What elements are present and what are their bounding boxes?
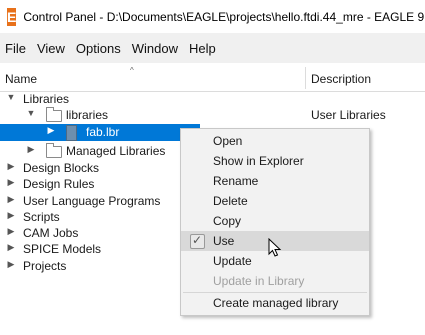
folder-icon [46, 107, 62, 122]
menu-item-label: Update [213, 254, 252, 268]
expand-arrow-icon[interactable]: ▶ [6, 210, 16, 221]
menu-window[interactable]: Window [127, 41, 184, 56]
tree-item-libraries-folder[interactable]: ▼ libraries User Libraries [0, 107, 425, 124]
menu-item-label: Copy [213, 214, 242, 228]
expand-arrow-icon[interactable]: ▼ [6, 92, 16, 102]
tree-item-label: Scripts [23, 210, 60, 224]
expand-arrow-icon[interactable]: ▶ [6, 177, 16, 188]
menu-view[interactable]: View [32, 41, 71, 56]
menu-item-label: Delete [213, 194, 248, 208]
expand-arrow-icon[interactable]: ▶ [6, 242, 16, 253]
tree-item-label: Design Rules [23, 177, 95, 191]
tree-item-libraries[interactable]: ▼ Libraries [0, 91, 425, 108]
library-file-icon [66, 125, 77, 141]
expand-arrow-icon[interactable]: ▶ [46, 125, 56, 136]
expand-arrow-icon[interactable]: ▶ [6, 194, 16, 205]
context-menu-delete[interactable]: Delete [181, 191, 369, 211]
context-menu-show-in-explorer[interactable]: Show in Explorer [181, 151, 369, 171]
window-title: Control Panel - D:\Documents\EAGLE\proje… [23, 9, 425, 24]
menu-item-label: Rename [213, 174, 259, 188]
tree-item-label: CAM Jobs [23, 226, 79, 240]
check-mark-icon: ✓ [192, 233, 203, 247]
tree-item-fab-lbr[interactable]: ▶ fab.lbr [0, 124, 200, 141]
folder-icon [46, 143, 62, 158]
sort-caret-icon: ^ [130, 66, 134, 75]
menu-bar: File View Options Window Help [0, 33, 425, 64]
menu-item-label: Use [213, 234, 235, 248]
expand-arrow-icon[interactable]: ▶ [6, 226, 16, 237]
title-bar: E Control Panel - D:\Documents\EAGLE\pro… [0, 0, 425, 33]
context-menu-copy[interactable]: Copy [181, 211, 369, 231]
tree-item-label: Design Blocks [23, 161, 100, 175]
checkbox-checked-icon: ✓ [190, 233, 205, 249]
context-menu-create-managed-library[interactable]: Create managed library [181, 293, 369, 313]
context-menu-rename[interactable]: Rename [181, 171, 369, 191]
context-menu: Open Show in Explorer Rename Delete Copy… [180, 128, 370, 316]
tree-item-label: Managed Libraries [66, 144, 166, 158]
expand-arrow-icon[interactable]: ▶ [6, 259, 16, 270]
menu-item-label: Create managed library [213, 296, 339, 310]
context-menu-update-in-library: Update in Library [181, 271, 369, 291]
column-divider[interactable] [305, 67, 306, 89]
expand-arrow-icon[interactable]: ▼ [26, 108, 36, 118]
menu-help[interactable]: Help [184, 41, 222, 56]
context-menu-open[interactable]: Open [181, 131, 369, 151]
tree-item-label: fab.lbr [86, 125, 120, 139]
tree-item-label: Projects [23, 259, 67, 273]
tree-item-label: User Language Programs [23, 194, 161, 208]
mouse-pointer-icon [268, 238, 282, 257]
tree-item-label: libraries [66, 108, 109, 122]
menu-item-label: Open [213, 134, 243, 148]
tree-item-label: SPICE Models [23, 242, 102, 256]
menu-options[interactable]: Options [71, 41, 127, 56]
expand-arrow-icon[interactable]: ▶ [26, 144, 36, 155]
expand-arrow-icon[interactable]: ▶ [6, 161, 16, 172]
menu-item-label: Show in Explorer [213, 154, 304, 168]
tree-item-label: Libraries [23, 92, 70, 106]
tree-item-description: User Libraries [311, 108, 386, 122]
eagle-app-icon: E [7, 7, 17, 26]
column-header-description[interactable]: Description [311, 72, 371, 86]
menu-item-label: Update in Library [213, 274, 305, 288]
menu-file[interactable]: File [0, 41, 32, 56]
column-header-name[interactable]: Name [5, 72, 37, 86]
tree-header: ^ Name Description [0, 63, 425, 92]
